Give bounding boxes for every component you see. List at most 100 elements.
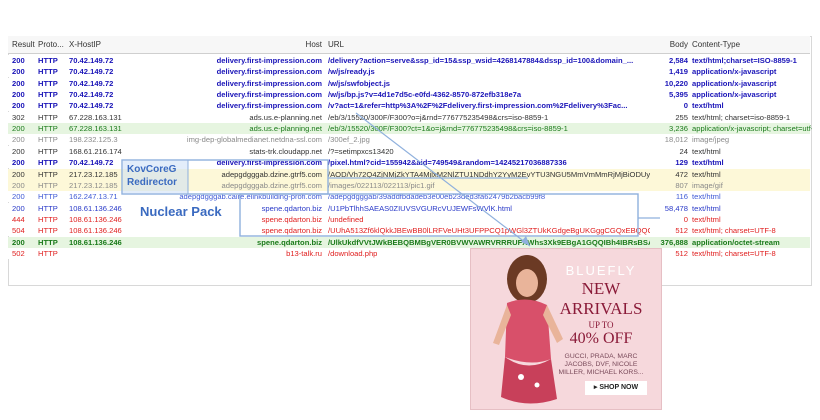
result-cell: 200 bbox=[12, 169, 25, 179]
result-cell: 200 bbox=[12, 101, 25, 111]
body-size-cell: 24 bbox=[679, 146, 688, 156]
body-size-cell: 1,419 bbox=[668, 67, 688, 77]
ip-cell: 70.42.149.72 bbox=[69, 90, 114, 100]
result-cell: 200 bbox=[12, 78, 25, 88]
protocol-cell: HTTP bbox=[38, 135, 58, 145]
host-cell: delivery.first-impression.com bbox=[216, 78, 322, 88]
body-size-cell: 5,395 bbox=[668, 90, 688, 100]
header-body[interactable]: Body bbox=[624, 40, 688, 49]
result-cell: 200 bbox=[12, 146, 25, 156]
protocol-cell: HTTP bbox=[38, 169, 58, 179]
result-cell: 302 bbox=[12, 112, 25, 122]
table-row[interactable]: 302 HTTP 67.228.163.131 ads.us.e-planning.n… bbox=[8, 111, 810, 123]
table-row[interactable]: 200 HTTP 168.61.216.174 stats-trk.cloudapp.… bbox=[8, 145, 810, 157]
table-row[interactable]: 504 HTTP 108.61.136.246 spene.qdarton.biz/U… bbox=[8, 225, 810, 237]
ad-headline-2: ARRIVALS bbox=[559, 299, 643, 318]
host-cell: delivery.first-impression.com bbox=[216, 158, 322, 168]
url-cell: /U1PbTlhhSAEAS0ZIUVSVGURcVUJEWFsWVlK.htm… bbox=[328, 203, 512, 213]
ip-cell: 198.232.125.3 bbox=[69, 135, 118, 145]
content-type-cell: application/x-javascript bbox=[692, 90, 777, 100]
ip-cell: 168.61.216.174 bbox=[69, 146, 122, 156]
host-cell: spene.qdarton.biz bbox=[257, 237, 322, 247]
protocol-cell: HTTP bbox=[38, 158, 58, 168]
host-cell: adepgdgggab.caire.elinkbuilding-profi.co… bbox=[179, 192, 322, 202]
host-cell: b13-talk.ru bbox=[286, 248, 322, 258]
url-cell: /images/022113/022113/pic1.gif bbox=[328, 180, 435, 190]
result-cell: 200 bbox=[12, 67, 25, 77]
table-row[interactable]: 200 HTTP 70.42.149.72 delivery.first-impres… bbox=[8, 77, 810, 89]
result-cell: 200 bbox=[12, 124, 25, 134]
redirector-label: KovCoreG Redirector bbox=[127, 163, 177, 189]
header-result[interactable]: Result bbox=[12, 40, 36, 49]
url-cell: /300ef_2.jpg bbox=[328, 135, 370, 145]
table-row[interactable]: 200 HTTP 108.61.136.246 spene.qdarton.biz/U… bbox=[8, 236, 810, 248]
result-cell: 200 bbox=[12, 192, 25, 202]
host-cell: delivery.first-impression.com bbox=[216, 90, 322, 100]
url-cell: /w/js/bp.js?v=4d1e7d5c-e0fd-4362-8570-87… bbox=[328, 90, 522, 100]
table-row[interactable]: 200 HTTP 70.42.149.72 delivery.first-impres… bbox=[8, 66, 810, 78]
column-header: Result Proto... X-HostIP Host URL Body C… bbox=[8, 36, 810, 54]
table-row[interactable]: 502 HTTP b13-talk.ru/download.php 512 text/h… bbox=[8, 247, 810, 259]
header-content-type[interactable]: Content-Type bbox=[692, 40, 812, 49]
table-row[interactable]: 200 HTTP 162.247.13.71 adepgdgggab.caire.el… bbox=[8, 191, 810, 203]
content-type-cell: application/octet-stream bbox=[692, 237, 780, 247]
content-type-cell: text/html bbox=[692, 101, 724, 111]
shop-now-button[interactable]: ▸ SHOP NOW bbox=[585, 381, 647, 395]
url-cell: /UlkUkdfVVtJWkBEBQBMBgVER0BVWVAWRVRRRUFX… bbox=[328, 237, 650, 247]
ip-cell: 70.42.149.72 bbox=[69, 78, 114, 88]
content-type-cell: text/html; charset=UTF-8 bbox=[692, 226, 776, 236]
table-row[interactable]: 200 HTTP 70.42.149.72 delivery.first-impres… bbox=[8, 100, 810, 112]
protocol-cell: HTTP bbox=[38, 237, 58, 247]
result-cell: 200 bbox=[12, 158, 25, 168]
host-cell: ads.us.e-planning.net bbox=[249, 112, 322, 122]
table-row[interactable]: 200 HTTP 108.61.136.246 spene.qdarton.biz/U… bbox=[8, 202, 810, 214]
ad-discount: 40% OFF bbox=[569, 330, 633, 347]
ad-banner[interactable]: BLUEFLY NEW ARRIVALS UP TO 40% OFF GUCCI… bbox=[470, 248, 662, 410]
url-cell: /adepgdgggab/39addfbdadeb3e00eb23ded3fa6… bbox=[328, 192, 546, 202]
header-host[interactable]: Host bbox=[158, 40, 322, 49]
header-protocol[interactable]: Proto... bbox=[38, 40, 68, 49]
protocol-cell: HTTP bbox=[38, 248, 58, 258]
host-cell: spene.qdarton.biz bbox=[261, 226, 322, 236]
ad-copy: BLUEFLY NEW ARRIVALS UP TO 40% OFF GUCCI… bbox=[553, 263, 649, 377]
protocol-cell: HTTP bbox=[38, 90, 58, 100]
table-row[interactable]: 200 HTTP 198.232.125.3 img-dep-globalmedian… bbox=[8, 134, 810, 146]
host-cell: adepgdgggab.dzine.gtrf5.com bbox=[221, 180, 322, 190]
table-row[interactable]: 200 HTTP 70.42.149.72 delivery.first-impres… bbox=[8, 89, 810, 101]
body-size-cell: 116 bbox=[675, 192, 688, 202]
protocol-cell: HTTP bbox=[38, 203, 58, 213]
url-cell: /AOD/Vh72Q4ZjNMjZkYTA4MjlxM2NlZTU1NDdhY2… bbox=[328, 169, 650, 179]
content-type-cell: text/html; charset=iso-8859-1 bbox=[692, 112, 791, 122]
protocol-cell: HTTP bbox=[38, 112, 58, 122]
table-row[interactable]: 200 HTTP 67.228.163.131 ads.us.e-planning.n… bbox=[8, 123, 812, 135]
content-type-cell: text/html bbox=[692, 169, 721, 179]
host-cell: delivery.first-impression.com bbox=[216, 56, 322, 65]
table-row[interactable]: 200 HTTP 70.42.149.72 delivery.first-impres… bbox=[8, 55, 810, 66]
content-type-cell: text/html bbox=[692, 158, 724, 168]
url-cell: /pixel.html?cid=155942&aid=749549&random… bbox=[328, 158, 567, 168]
host-cell: delivery.first-impression.com bbox=[216, 67, 322, 77]
protocol-cell: HTTP bbox=[38, 67, 58, 77]
ip-cell: 108.61.136.246 bbox=[69, 226, 122, 236]
content-type-cell: text/html bbox=[692, 146, 721, 156]
result-cell: 502 bbox=[12, 248, 25, 258]
header-url[interactable]: URL bbox=[328, 40, 650, 49]
protocol-cell: HTTP bbox=[38, 192, 58, 202]
ip-cell: 108.61.136.246 bbox=[69, 237, 122, 247]
body-size-cell: 0 bbox=[683, 214, 688, 224]
host-cell: stats-trk.cloudapp.net bbox=[249, 146, 322, 156]
host-cell: delivery.first-impression.com bbox=[216, 101, 322, 111]
ip-cell: 67.228.163.131 bbox=[69, 124, 122, 134]
header-xhostip[interactable]: X-HostIP bbox=[69, 40, 157, 49]
content-type-cell: image/jpeg bbox=[692, 135, 730, 145]
ad-brand: BLUEFLY bbox=[565, 263, 637, 278]
table-row[interactable]: 444 HTTP 108.61.136.246 spene.qdarton.biz/u… bbox=[8, 213, 810, 225]
result-cell: 200 bbox=[12, 203, 25, 213]
redirector-label-line1: KovCoreG bbox=[127, 164, 177, 175]
body-size-cell: 255 bbox=[675, 112, 688, 122]
content-type-cell: text/html;charset=ISO-8859-1 bbox=[692, 56, 797, 65]
body-size-cell: 129 bbox=[675, 158, 688, 168]
protocol-cell: HTTP bbox=[38, 214, 58, 224]
result-cell: 200 bbox=[12, 135, 25, 145]
nuclear-pack-label: Nuclear Pack bbox=[140, 204, 222, 219]
